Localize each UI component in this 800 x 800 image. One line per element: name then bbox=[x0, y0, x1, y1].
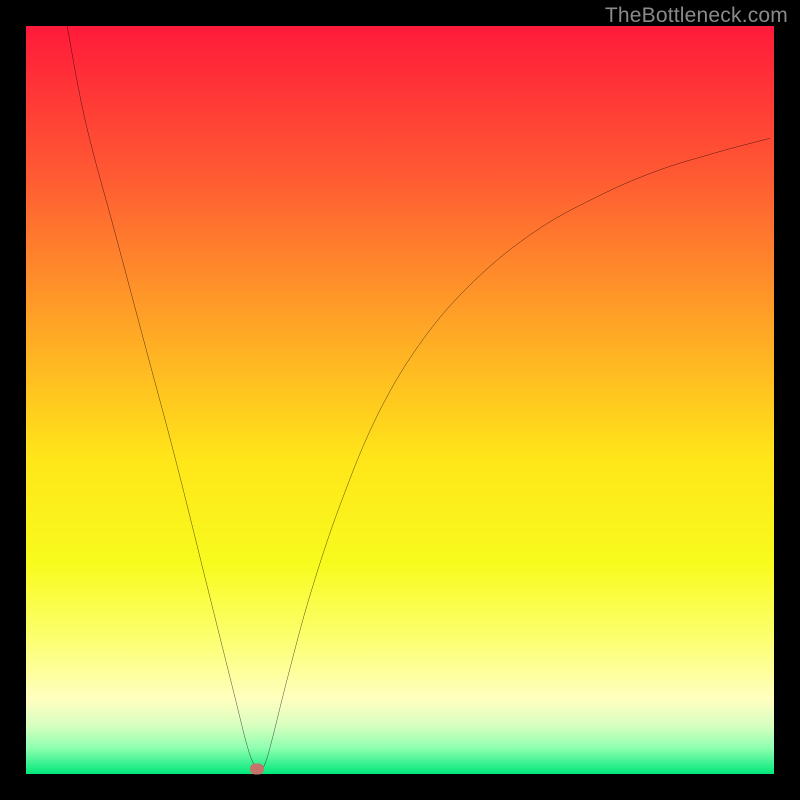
watermark-text: TheBottleneck.com bbox=[605, 4, 788, 28]
bottleneck-curve bbox=[26, 26, 774, 774]
chart-frame: TheBottleneck.com bbox=[0, 0, 800, 800]
operating-point-marker bbox=[250, 763, 264, 774]
plot-area bbox=[26, 26, 774, 774]
